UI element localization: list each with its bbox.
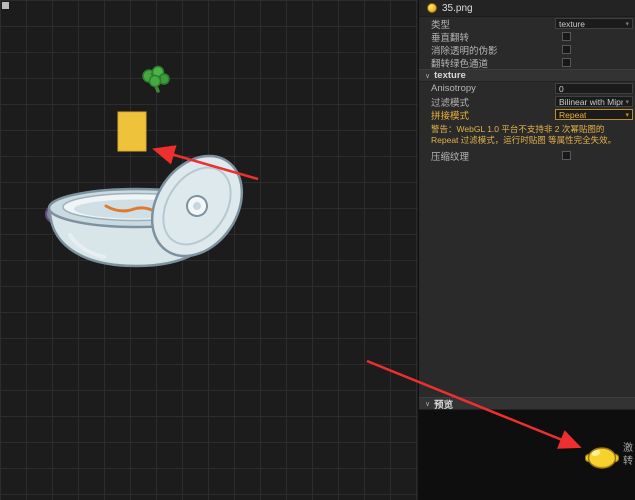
fix-alpha-checkbox[interactable] xyxy=(562,45,571,54)
type-label: 类型 xyxy=(431,19,451,31)
lemon-preview-image xyxy=(585,447,619,469)
asset-header: 35.png xyxy=(419,0,635,17)
chevron-down-icon: ▾ xyxy=(625,111,629,119)
pot-sprite[interactable] xyxy=(45,139,260,273)
scene-viewport[interactable] xyxy=(0,0,418,500)
texture-section-header[interactable]: ∨ texture xyxy=(419,69,635,82)
flip-vertical-checkbox[interactable] xyxy=(562,32,571,41)
anisotropy-input[interactable]: 0 xyxy=(555,83,633,94)
anisotropy-label: Anisotropy xyxy=(431,83,476,94)
prop-row-compress: 压缩纹理 xyxy=(419,149,635,163)
prop-row-filter-mode: 过滤模式 Bilinear with Mipmaps ▾ xyxy=(419,95,635,109)
type-select[interactable]: texture ▾ xyxy=(555,18,633,29)
flip-green-label: 翻转绿色通道 xyxy=(431,58,489,70)
origin-marker xyxy=(2,2,9,9)
filter-mode-select[interactable]: Bilinear with Mipmaps ▾ xyxy=(555,96,633,107)
broccoli-sprite[interactable] xyxy=(142,65,170,93)
preview-section-title: 预览 xyxy=(434,399,454,411)
anisotropy-value: 0 xyxy=(559,83,564,94)
wrap-mode-value: Repeat xyxy=(559,109,587,120)
prop-row-type: 类型 texture ▾ xyxy=(419,17,635,31)
prop-row-flip-green: 翻转绿色通道 xyxy=(419,56,635,70)
prop-row-wrap-mode: 拼接模式 Repeat ▾ xyxy=(419,108,635,122)
scene-layer xyxy=(2,2,260,273)
chevron-down-icon: ▾ xyxy=(625,98,629,106)
prop-row-flip-vertical: 垂直翻转 xyxy=(419,30,635,44)
filter-mode-label: 过滤模式 xyxy=(431,97,470,109)
preview-section-header[interactable]: ∨ 预览 xyxy=(419,397,635,411)
filter-mode-value: Bilinear with Mipmaps xyxy=(559,96,623,107)
type-select-value: texture xyxy=(559,18,585,29)
prop-row-anisotropy: Anisotropy 0 xyxy=(419,82,635,95)
wrap-mode-warning: 警告：WebGL 1.0 平台不支持非 2 次幂贴图的 Repeat 过滤模式，… xyxy=(431,124,617,145)
flip-vertical-label: 垂直翻转 xyxy=(431,32,470,44)
prop-row-fix-alpha: 消除透明的伪影 xyxy=(419,43,635,57)
flip-green-checkbox[interactable] xyxy=(562,58,571,67)
compress-checkbox[interactable] xyxy=(562,151,571,160)
edge-tab-char-1: 激 xyxy=(623,443,633,454)
preview-area: 激 转 xyxy=(419,410,635,500)
fix-alpha-label: 消除透明的伪影 xyxy=(431,45,498,57)
edge-tab-label: 激 转 xyxy=(622,442,634,468)
asset-filename: 35.png xyxy=(442,2,473,14)
compress-label: 压缩纹理 xyxy=(431,151,470,163)
chevron-down-icon: ▾ xyxy=(625,20,629,28)
inspector-panel: 35.png 类型 texture ▾ 垂直翻转 消除透明的伪影 翻转绿色通道 … xyxy=(418,0,635,500)
caret-down-icon: ∨ xyxy=(425,400,431,408)
wrap-mode-label: 拼接模式 xyxy=(431,110,470,122)
image-file-icon xyxy=(427,3,437,13)
texture-sprite[interactable] xyxy=(117,111,147,152)
texture-section-title: texture xyxy=(434,70,466,81)
edge-tab-char-2: 转 xyxy=(623,456,633,467)
wrap-mode-select[interactable]: Repeat ▾ xyxy=(555,109,633,120)
caret-down-icon: ∨ xyxy=(425,72,431,80)
